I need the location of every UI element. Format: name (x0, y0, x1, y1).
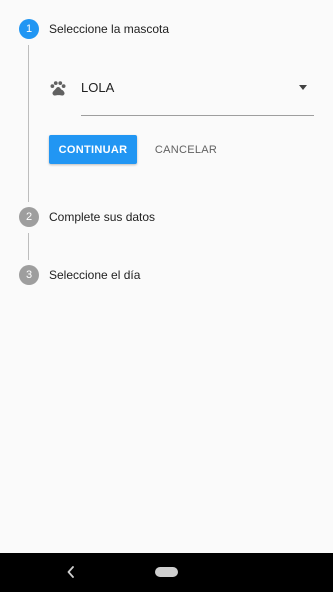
step-connector-1 (28, 45, 29, 202)
step-1-label[interactable]: Seleccione la mascota (49, 19, 169, 39)
pet-select[interactable]: LOLA (81, 80, 114, 96)
step-3-label[interactable]: Seleccione el día (49, 265, 140, 285)
step-connector-2 (28, 233, 29, 260)
app-screen: 1 Seleccione la mascota LOLA CONTINUAR C… (0, 0, 333, 553)
step-2-label[interactable]: Complete sus datos (49, 207, 155, 227)
step-2-indicator[interactable]: 2 (19, 207, 39, 227)
continue-button[interactable]: CONTINUAR (49, 135, 137, 164)
cancel-button[interactable]: CANCELAR (149, 135, 223, 164)
paw-icon (50, 81, 66, 96)
select-underline (81, 115, 314, 116)
step-1-indicator[interactable]: 1 (19, 19, 39, 39)
back-chevron-icon[interactable] (66, 566, 76, 578)
step-3-indicator[interactable]: 3 (19, 265, 39, 285)
dropdown-arrow-icon[interactable] (299, 85, 307, 90)
home-pill-icon[interactable] (155, 567, 178, 577)
